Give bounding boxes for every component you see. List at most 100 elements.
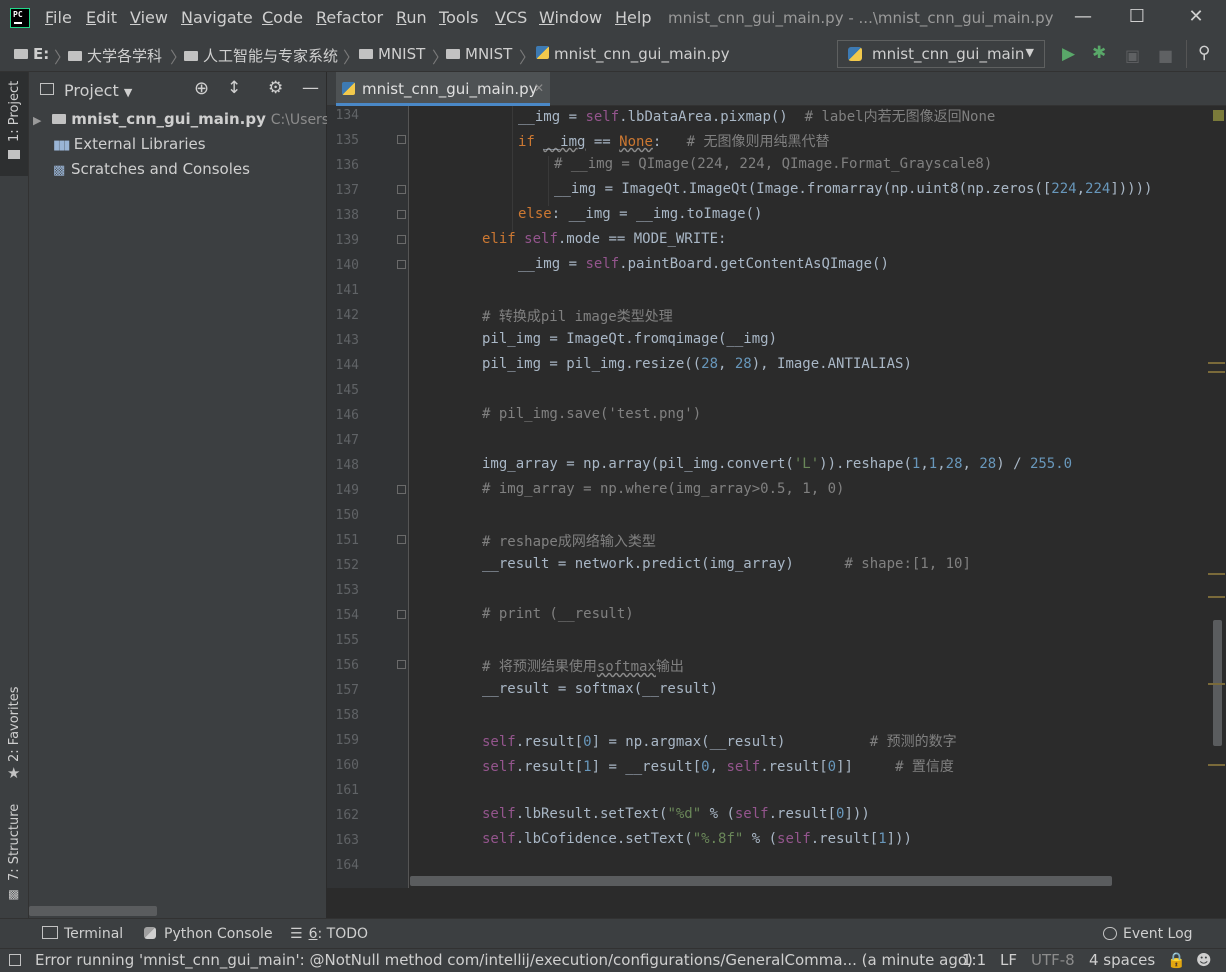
run-config-selector[interactable]: mnist_cnn_gui_main ▼ [837,40,1045,68]
python-console-tool[interactable]: Python Console [144,926,273,942]
code-line[interactable]: self.result[1] = __result[0, self.result… [482,756,954,776]
code-line[interactable]: # reshape成网络输入类型 [482,531,656,551]
breadcrumb-file[interactable]: mnist_cnn_gui_main.py [536,45,730,63]
close-tab-icon[interactable]: ✕ [534,81,544,95]
fold-marker-icon[interactable] [397,135,406,144]
structure-tool-tab[interactable]: 7: Structure ▩ [0,804,28,901]
hide-panel-icon[interactable]: — [302,78,319,98]
breadcrumb-folder[interactable]: MNIST [446,45,512,63]
tree-item-external-libraries[interactable]: ▮▮▮ External Libraries [53,135,206,153]
todo-tool[interactable]: ☰ 6: TODO [290,926,368,942]
terminal-tool[interactable]: Terminal [42,926,123,942]
tree-item-scratches[interactable]: ▩ Scratches and Consoles [53,160,250,178]
line-number: 147 [335,433,359,448]
menu-run[interactable]: Run [396,8,427,27]
fold-marker-icon[interactable] [397,210,406,219]
code-line[interactable]: __img = ImageQt.ImageQt(Image.fromarray(… [554,181,1152,197]
code-line[interactable]: self.result[0] = np.argmax(__result) # 预… [482,731,957,751]
code-line[interactable]: # 转换成pil image类型处理 [482,306,673,326]
fold-marker-icon[interactable] [397,535,406,544]
code-line[interactable]: pil_img = pil_img.resize((28, 28), Image… [482,356,912,372]
code-line[interactable]: pil_img = ImageQt.fromqimage(__img) [482,331,777,347]
status-message[interactable]: Error running 'mnist_cnn_gui_main': @Not… [35,951,973,969]
minimize-icon[interactable]: — [1070,6,1096,30]
menu-code[interactable]: Code [262,8,303,27]
window-title: mnist_cnn_gui_main.py - ...\mnist_cnn_gu… [668,9,1054,27]
code-line[interactable]: # __img = QImage(224, 224, QImage.Format… [554,156,992,172]
indent-setting[interactable]: 4 spaces [1089,951,1155,969]
locate-icon[interactable]: ⊕ [194,78,209,99]
project-tool-tab[interactable]: 1: Project [0,72,28,176]
title-bar: PC File Edit View Navigate Code Refactor Run To… [0,0,1226,36]
code-line[interactable]: else: __img = __img.toImage() [518,206,762,222]
line-number: 134 [335,108,359,123]
python-console-icon [144,927,156,939]
menu-view[interactable]: View [130,8,168,27]
code-line[interactable]: __result = softmax(__result) [482,681,718,697]
python-file-icon [342,82,355,95]
maximize-icon[interactable]: ☐ [1124,6,1150,30]
menu-edit[interactable]: Edit [86,8,117,27]
file-encoding[interactable]: UTF-8 [1031,951,1075,969]
run-icon[interactable]: ▶ [1062,44,1075,64]
menu-tools[interactable]: Tools [439,8,478,27]
tab-mnist-cnn-gui-main[interactable]: mnist_cnn_gui_main.py ✕ [336,72,550,106]
navigation-bar: E: 〉 大学各学科 〉 人工智能与专家系统 〉 MNIST 〉 MNIST 〉… [0,36,1226,72]
code-line[interactable]: # print (__result) [482,606,634,622]
stop-icon[interactable]: ■ [1158,46,1173,65]
menu-file[interactable]: File [45,8,72,27]
menu-vcs[interactable]: VCS [495,8,527,27]
fold-marker-icon[interactable] [397,485,406,494]
menu-help[interactable]: Help [615,8,651,27]
code-line[interactable]: self.lbResult.setText("%d" % (self.resul… [482,806,870,822]
code-line[interactable]: elif self.mode == MODE_WRITE: [482,231,726,247]
line-number: 146 [335,408,359,423]
menu-window[interactable]: Window [539,8,602,27]
toggle-tool-windows-icon[interactable] [9,954,21,966]
close-icon[interactable]: ✕ [1183,6,1209,30]
breadcrumb-folder[interactable]: MNIST [359,45,425,63]
event-log-tool[interactable]: Event Log [1103,926,1193,942]
fold-marker-icon[interactable] [397,660,406,669]
code-line[interactable]: # pil_img.save('test.png') [482,406,701,422]
inspector-icon[interactable]: ☻ [1196,951,1212,969]
line-number: 158 [335,708,359,723]
editor-horizontal-scrollbar[interactable] [410,876,1112,886]
coverage-icon[interactable]: ▣ [1125,46,1140,65]
favorites-tool-tab[interactable]: 2: Favorites ★ [0,686,28,784]
code-line[interactable]: __img = self.paintBoard.getContentAsQIma… [518,256,889,272]
library-icon: ▮▮▮ [53,138,70,153]
collapse-all-icon[interactable]: ↕ [227,78,241,98]
fold-marker-icon[interactable] [397,235,406,244]
debug-icon[interactable]: ✱ [1092,43,1106,63]
code-line[interactable]: # img_array = np.where(img_array>0.5, 1,… [482,481,844,497]
gear-icon[interactable]: ⚙ [268,78,283,98]
bottom-tool-bar: Terminal Python Console ☰ 6: TODO Event L… [0,918,1226,948]
breadcrumb-folder[interactable]: 人工智能与专家系统 [184,45,338,66]
fold-marker-icon[interactable] [397,260,406,269]
fold-marker-icon[interactable] [397,185,406,194]
breadcrumb-drive[interactable]: E: [14,45,49,63]
code-line[interactable]: if __img == None: # 无图像则用纯黑代替 [518,131,829,151]
line-number: 137 [335,183,359,198]
menu-refactor[interactable]: Refactor [316,8,383,27]
caret-position[interactable]: 1:1 [962,951,986,969]
lock-icon[interactable]: 🔒 [1167,951,1186,969]
code-line[interactable]: img_array = np.array(pil_img.convert('L'… [482,456,1072,472]
code-line[interactable]: __result = network.predict(img_array) # … [482,556,971,572]
fold-marker-icon[interactable] [397,610,406,619]
menu-navigate[interactable]: Navigate [181,8,253,27]
line-separator[interactable]: LF [1000,951,1017,969]
code-line[interactable]: # 将预测结果使用softmax输出 [482,656,684,676]
line-number: 151 [335,533,359,548]
inspection-status-icon[interactable] [1213,110,1224,121]
line-number: 144 [335,358,359,373]
line-number: 162 [335,808,359,823]
tree-item-project-root[interactable]: ▶ mnist_cnn_gui_main.py C:\Users\ [33,110,334,128]
code-line[interactable]: __img = self.lbDataArea.pixmap() # label… [518,106,995,126]
breadcrumb-folder[interactable]: 大学各学科 [68,45,162,66]
search-icon[interactable]: ⚲ [1198,43,1210,63]
horizontal-scrollbar[interactable] [29,906,157,916]
project-view-selector[interactable]: Project ▼ [64,81,132,100]
code-line[interactable]: self.lbCofidence.setText("%.8f" % (self.… [482,831,912,847]
